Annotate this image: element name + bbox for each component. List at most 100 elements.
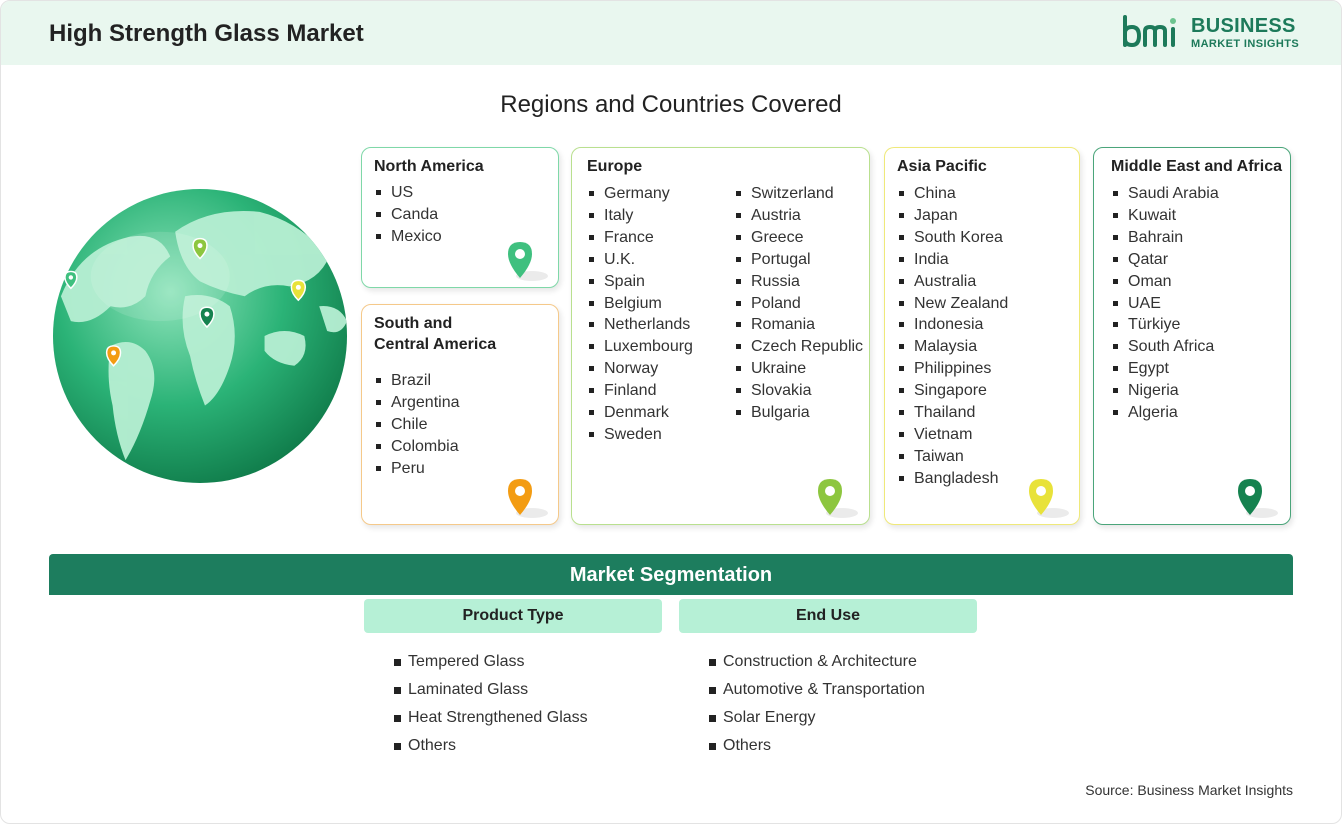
list-item: US: [374, 182, 442, 204]
list-item: U.K.: [587, 249, 693, 271]
list-item: Nigeria: [1111, 380, 1219, 402]
segmentation-title: Market Segmentation: [49, 554, 1293, 595]
list-item: Vietnam: [897, 424, 1008, 446]
list-item: Denmark: [587, 402, 693, 424]
segment-header-product-type: Product Type: [364, 599, 662, 633]
logo-line2: MARKET INSIGHTS: [1191, 38, 1300, 50]
list-item: Türkiye: [1111, 314, 1219, 336]
list-item: Portugal: [734, 249, 863, 271]
list-item: Heat Strengthened Glass: [394, 704, 588, 732]
list-item: Finland: [587, 380, 693, 402]
page-title: High Strength Glass Market: [49, 20, 364, 47]
region-title: Europe: [587, 158, 643, 175]
list-item: Mexico: [374, 226, 442, 248]
list-item: Singapore: [897, 380, 1008, 402]
list-item: Construction & Architecture: [709, 648, 925, 676]
list-item: Colombia: [374, 436, 460, 458]
list-item: New Zealand: [897, 293, 1008, 315]
region-title: Asia Pacific: [897, 158, 987, 175]
bmi-logo: BUSINESS MARKET INSIGHTS: [1121, 15, 1301, 55]
list-item: Algeria: [1111, 402, 1219, 424]
country-list: China Japan South Korea India Australia …: [897, 183, 1008, 490]
list-item: UAE: [1111, 293, 1219, 315]
list-item: Sweden: [587, 424, 693, 446]
list-item: Norway: [587, 358, 693, 380]
list-item: Others: [394, 732, 588, 760]
list-item: Ukraine: [734, 358, 863, 380]
list-item: Greece: [734, 227, 863, 249]
list-item: Luxembourg: [587, 336, 693, 358]
region-title: North America: [374, 158, 484, 175]
list-item: South Korea: [897, 227, 1008, 249]
list-item: Belgium: [587, 293, 693, 315]
list-item: Philippines: [897, 358, 1008, 380]
region-title: Middle East and Africa: [1111, 158, 1282, 175]
bmi-logo-mark-icon: [1123, 15, 1176, 48]
list-item: Laminated Glass: [394, 676, 588, 704]
list-item: China: [897, 183, 1008, 205]
header-bar: High Strength Glass Market BUSINESS MARK…: [1, 1, 1341, 65]
region-card-middle-east-africa: Middle East and Africa Saudi Arabia Kuwa…: [1093, 147, 1291, 525]
list-item: India: [897, 249, 1008, 271]
country-list-col2: Switzerland Austria Greece Portugal Russ…: [734, 183, 863, 424]
map-pin-icon: [818, 479, 858, 518]
list-item: Poland: [734, 293, 863, 315]
list-item: Spain: [587, 271, 693, 293]
list-item: Bulgaria: [734, 402, 863, 424]
list-item: Germany: [587, 183, 693, 205]
region-card-north-america: North America US Canda Mexico: [361, 147, 559, 288]
list-item: Australia: [897, 271, 1008, 293]
country-list: Brazil Argentina Chile Colombia Peru: [374, 370, 460, 480]
list-item: Japan: [897, 205, 1008, 227]
list-item: Switzerland: [734, 183, 863, 205]
map-pin-icon: [1029, 479, 1069, 518]
regions-title: Regions and Countries Covered: [500, 91, 842, 118]
country-list: Saudi Arabia Kuwait Bahrain Qatar Oman U…: [1111, 183, 1219, 424]
list-item: Automotive & Transportation: [709, 676, 925, 704]
list-item: Saudi Arabia: [1111, 183, 1219, 205]
list-item: France: [587, 227, 693, 249]
list-item: Solar Energy: [709, 704, 925, 732]
region-title: South and Central America: [374, 313, 544, 355]
region-card-asia-pacific: Asia Pacific China Japan South Korea Ind…: [884, 147, 1080, 525]
list-item: Indonesia: [897, 314, 1008, 336]
country-list: US Canda Mexico: [374, 182, 442, 248]
infographic-page: High Strength Glass Market BUSINESS MARK…: [0, 0, 1342, 824]
region-card-europe: Europe Germany Italy France U.K. Spain B…: [571, 147, 870, 525]
list-item: Egypt: [1111, 358, 1219, 380]
list-item: Bahrain: [1111, 227, 1219, 249]
list-item: Taiwan: [897, 446, 1008, 468]
map-pin-icon: [1238, 479, 1278, 518]
segment-list-end-use: Construction & Architecture Automotive &…: [709, 648, 925, 760]
map-pin-icon: [508, 479, 548, 518]
list-item: Tempered Glass: [394, 648, 588, 676]
list-item: Malaysia: [897, 336, 1008, 358]
list-item: Others: [709, 732, 925, 760]
list-item: Qatar: [1111, 249, 1219, 271]
list-item: Canda: [374, 204, 442, 226]
segment-list-product-type: Tempered Glass Laminated Glass Heat Stre…: [394, 648, 588, 760]
list-item: Russia: [734, 271, 863, 293]
region-title-line2: Central America: [374, 336, 497, 353]
list-item: Argentina: [374, 392, 460, 414]
logo-line1: BUSINESS: [1191, 15, 1296, 37]
region-title-line1: South and: [374, 315, 453, 332]
list-item: Romania: [734, 314, 863, 336]
list-item: Austria: [734, 205, 863, 227]
segment-header-end-use: End Use: [679, 599, 977, 633]
list-item: South Africa: [1111, 336, 1219, 358]
list-item: Thailand: [897, 402, 1008, 424]
globe-icon: [52, 188, 348, 484]
list-item: Czech Republic: [734, 336, 863, 358]
list-item: Peru: [374, 458, 460, 480]
country-list-col1: Germany Italy France U.K. Spain Belgium …: [587, 183, 693, 446]
list-item: Oman: [1111, 271, 1219, 293]
region-card-south-central-america: South and Central America Brazil Argenti…: [361, 304, 559, 525]
map-pin-icon: [508, 242, 548, 281]
source-note: Source: Business Market Insights: [1085, 782, 1293, 798]
list-item: Kuwait: [1111, 205, 1219, 227]
list-item: Brazil: [374, 370, 460, 392]
list-item: Italy: [587, 205, 693, 227]
list-item: Netherlands: [587, 314, 693, 336]
list-item: Bangladesh: [897, 468, 1008, 490]
